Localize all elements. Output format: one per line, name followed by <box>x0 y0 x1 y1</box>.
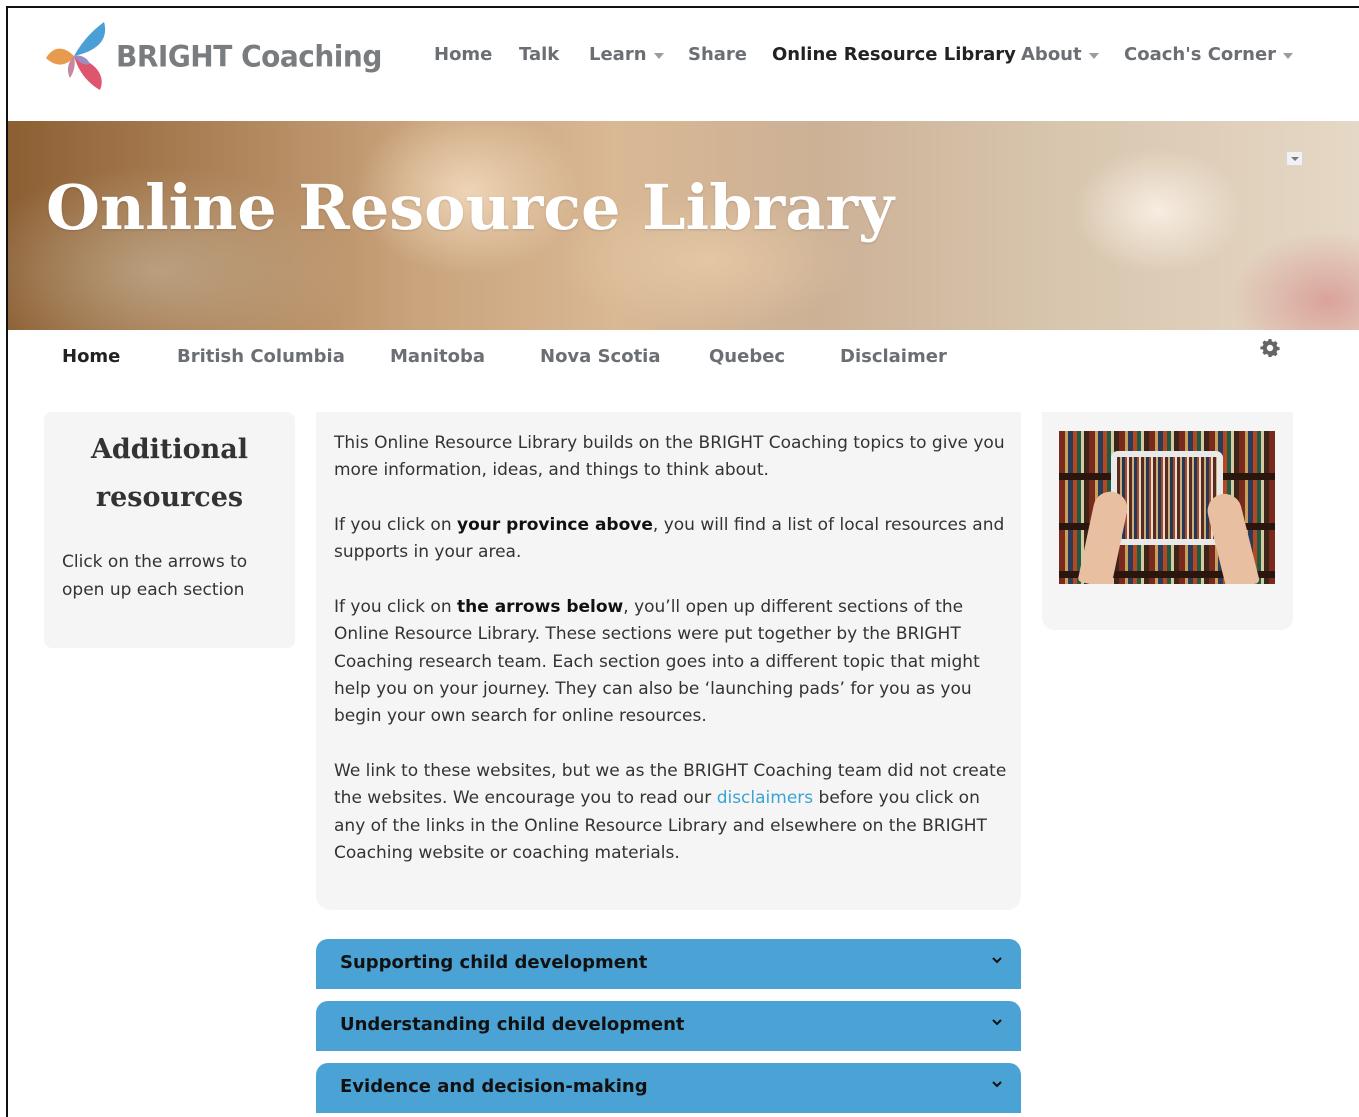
nav-item-learn[interactable]: Learn <box>589 44 664 65</box>
chevron-down-icon <box>992 957 1002 964</box>
nav-item-share[interactable]: Share <box>688 44 747 65</box>
accordion-supporting-child-development[interactable]: Supporting child development <box>316 939 1021 989</box>
province-tabs: Home British Columbia Manitoba Nova Scot… <box>8 338 1359 378</box>
intro-paragraph-1: This Online Resource Library builds on t… <box>334 433 1005 481</box>
intro-paragraph-2: If you click on your province above, you… <box>334 515 1005 563</box>
accordion-label: Understanding child development <box>340 1014 685 1035</box>
image-card <box>1042 412 1293 630</box>
caret-down-icon <box>653 52 664 59</box>
tab-manitoba[interactable]: Manitoba <box>390 346 485 367</box>
tab-british-columbia[interactable]: British Columbia <box>177 346 345 367</box>
caret-down-icon <box>1088 52 1099 59</box>
nav-item-online-resource-library[interactable]: Online Resource Library <box>772 44 1016 65</box>
nav-item-home[interactable]: Home <box>434 44 492 65</box>
intro-paragraph-4: We link to these websites, but we as the… <box>334 761 1007 863</box>
tab-disclaimer[interactable]: Disclaimer <box>840 346 947 367</box>
tablet-screen <box>1117 457 1217 539</box>
additional-resources-heading: Additional resources <box>90 434 249 513</box>
additional-resources-card: Additional resources Click on the arrows… <box>44 412 295 648</box>
tablet-illustration <box>1111 451 1223 545</box>
accordion-understanding-child-development[interactable]: Understanding child development <box>316 1001 1021 1051</box>
caret-down-icon <box>1283 52 1294 59</box>
intro-card: This Online Resource Library builds on t… <box>316 412 1021 910</box>
page-title: Online Resource Library <box>46 171 895 244</box>
nav-item-talk[interactable]: Talk <box>519 44 559 65</box>
browser-frame: BRIGHT Coaching Home Talk Learn Share On… <box>6 6 1359 1117</box>
tab-home[interactable]: Home <box>62 346 120 367</box>
page-banner: Online Resource Library <box>8 121 1359 330</box>
banner-dropdown-button[interactable] <box>1286 151 1303 166</box>
site-header: BRIGHT Coaching Home Talk Learn Share On… <box>8 8 1359 121</box>
chevron-down-icon <box>992 1081 1002 1088</box>
disclaimers-link[interactable]: disclaimers <box>717 788 813 808</box>
tab-nova-scotia[interactable]: Nova Scotia <box>540 346 661 367</box>
nav-item-coachs-corner[interactable]: Coach's Corner <box>1124 44 1294 65</box>
accordion-label: Supporting child development <box>340 952 648 973</box>
chevron-down-icon <box>992 1019 1002 1026</box>
tab-quebec[interactable]: Quebec <box>709 346 785 367</box>
accordion-evidence-and-decision-making[interactable]: Evidence and decision-making <box>316 1063 1021 1113</box>
library-tablet-image <box>1059 431 1275 584</box>
main-nav: Home Talk Learn Share Online Resource Li… <box>8 44 1359 74</box>
additional-resources-text: Click on the arrows to open up each sect… <box>62 552 248 600</box>
accordion-label: Evidence and decision-making <box>340 1076 648 1097</box>
intro-paragraph-3: If you click on the arrows below, you’ll… <box>334 597 980 727</box>
gear-icon[interactable] <box>1260 338 1280 358</box>
chevron-down-icon <box>1290 156 1299 161</box>
nav-item-about[interactable]: About <box>1021 44 1099 65</box>
